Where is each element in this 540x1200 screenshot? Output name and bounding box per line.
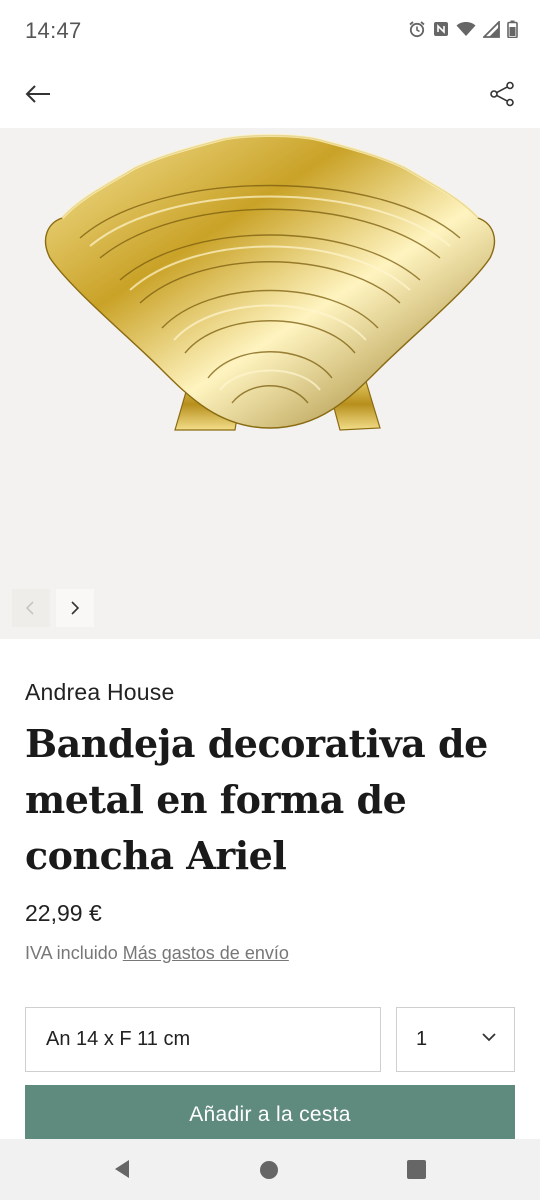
wifi-icon xyxy=(456,22,476,36)
chevron-down-icon xyxy=(482,1033,496,1042)
gallery-next-button[interactable] xyxy=(56,589,94,627)
chevron-left-icon xyxy=(25,601,34,615)
back-button[interactable] xyxy=(18,76,58,112)
brand-name[interactable]: Andrea House xyxy=(25,679,174,706)
quantity-value: 1 xyxy=(416,1028,428,1050)
shipping-costs-link[interactable]: Más gastos de envío xyxy=(123,943,289,963)
battery-icon xyxy=(507,20,518,38)
add-to-basket-button[interactable]: Añadir a la cesta xyxy=(25,1085,515,1145)
size-selector[interactable]: An 14 x F 11 cm xyxy=(25,1007,381,1072)
signal-icon xyxy=(483,20,500,38)
chevron-right-icon xyxy=(71,601,80,615)
product-gallery[interactable] xyxy=(0,128,540,639)
gallery-prev-button[interactable] xyxy=(12,589,50,627)
status-bar: 14:47 xyxy=(0,0,540,62)
tax-note: IVA incluido xyxy=(25,943,118,963)
size-value: An 14 x F 11 cm xyxy=(46,1028,191,1050)
status-icons xyxy=(408,20,518,38)
product-price: 22,99 € xyxy=(25,900,102,926)
alarm-icon xyxy=(409,21,425,38)
product-title: Bandeja decorativa de metal en forma de … xyxy=(25,721,488,878)
share-icon xyxy=(490,81,514,107)
quantity-selector[interactable]: 1 xyxy=(396,1007,515,1072)
app-bar xyxy=(0,62,540,128)
product-image xyxy=(44,134,496,431)
nav-back-icon[interactable] xyxy=(110,1157,134,1181)
nfc-icon xyxy=(434,22,448,36)
status-time: 14:47 xyxy=(25,18,82,43)
nav-recents-icon[interactable] xyxy=(406,1159,427,1180)
arrow-left-icon xyxy=(25,85,50,103)
system-nav-bar xyxy=(0,1139,540,1200)
tax-note-line: IVA incluido Más gastos de envío xyxy=(25,943,289,964)
share-button[interactable] xyxy=(482,75,522,113)
nav-home-icon[interactable] xyxy=(258,1159,280,1181)
